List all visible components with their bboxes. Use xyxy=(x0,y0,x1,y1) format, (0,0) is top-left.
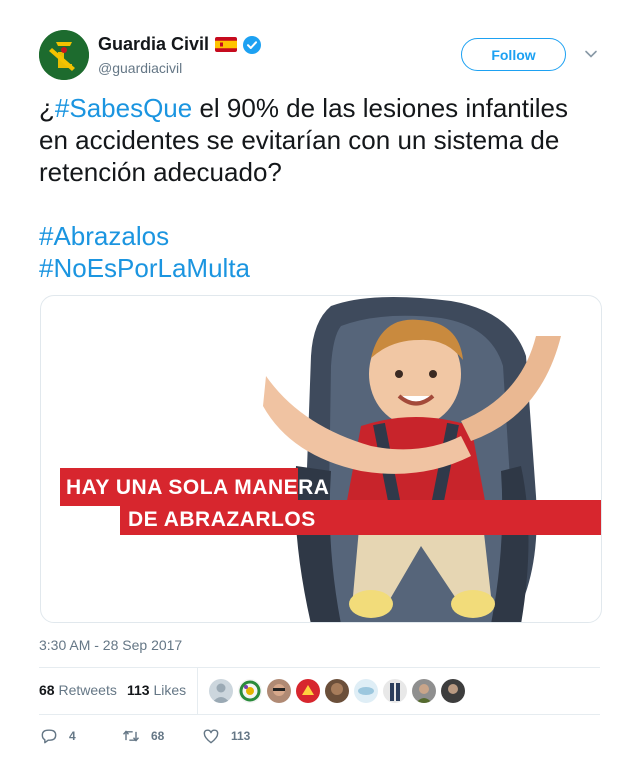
tweet-timestamp[interactable]: 3:30 AM - 28 Sep 2017 xyxy=(39,637,182,653)
retweet-count: 68 xyxy=(151,729,165,743)
author-handle[interactable]: @guardiacivil xyxy=(98,60,182,76)
car-seat-child-illustration xyxy=(263,297,561,622)
liker-avatars xyxy=(209,679,465,703)
retweet-icon xyxy=(122,730,140,742)
author-display-name[interactable]: Guardia Civil xyxy=(98,34,209,55)
author-avatar[interactable] xyxy=(39,30,89,80)
liker-avatar[interactable] xyxy=(267,679,291,703)
chevron-down-icon[interactable] xyxy=(584,47,598,61)
like-action[interactable]: 113 xyxy=(201,726,250,746)
banner-line-1: HAY UNA SOLA MANERA xyxy=(66,476,330,499)
banner-line-2: DE ABRAZARLOS xyxy=(128,508,316,531)
tweet-main-paragraph: ¿#SabesQue el 90% de las lesiones infant… xyxy=(39,92,599,188)
liker-avatar[interactable] xyxy=(441,679,465,703)
hashtag-noesporlamulta-link[interactable]: #NoEsPorLaMulta xyxy=(39,253,250,283)
stats-separator xyxy=(197,668,198,714)
follow-button[interactable]: Follow xyxy=(461,38,566,71)
author-name-row: Guardia Civil xyxy=(98,34,262,55)
likes-count: 113 xyxy=(127,682,150,698)
engagement-stats: 68 Retweets 113 Likes xyxy=(39,668,600,714)
reply-action[interactable]: 4 xyxy=(39,726,76,746)
tweet-actions: 4 68 113 xyxy=(39,726,600,750)
media-banner: HAY UNA SOLA MANERA DE ABRAZARLOS xyxy=(60,468,601,544)
reply-count: 4 xyxy=(69,729,76,743)
liker-avatar[interactable] xyxy=(209,679,233,703)
tweet-header: Guardia Civil @guardiacivil Follow xyxy=(39,30,609,82)
tweet-media-image[interactable]: HAY UNA SOLA MANERA DE ABRAZARLOS xyxy=(40,295,602,623)
retweets-count: 68 xyxy=(39,682,55,698)
liker-avatar[interactable] xyxy=(238,679,262,703)
likes-label: Likes xyxy=(153,682,187,698)
liker-avatar[interactable] xyxy=(325,679,349,703)
retweets-stat[interactable]: 68 Retweets xyxy=(39,682,117,698)
hashtag-abrazalos-link[interactable]: #Abrazalos xyxy=(39,221,169,251)
retweets-label: Retweets xyxy=(58,682,117,698)
liker-avatar[interactable] xyxy=(412,679,436,703)
likes-stat[interactable]: 113 Likes xyxy=(127,682,186,698)
retweet-action[interactable]: 68 xyxy=(121,726,164,746)
liker-avatar[interactable] xyxy=(383,679,407,703)
divider-bottom xyxy=(39,714,600,715)
verified-badge-icon xyxy=(243,35,262,54)
guardia-civil-logo-icon xyxy=(39,30,89,80)
heart-icon xyxy=(203,729,219,744)
tweet-text: ¿#SabesQue el 90% de las lesiones infant… xyxy=(39,92,599,284)
tweet-text-prefix: ¿ xyxy=(39,93,55,123)
liker-avatar[interactable] xyxy=(354,679,378,703)
spain-flag-icon xyxy=(215,37,238,52)
reply-icon xyxy=(41,729,57,744)
hashtag-sabesque-link[interactable]: #SabesQue xyxy=(55,93,192,123)
liker-avatar[interactable] xyxy=(296,679,320,703)
like-count: 113 xyxy=(231,729,251,743)
